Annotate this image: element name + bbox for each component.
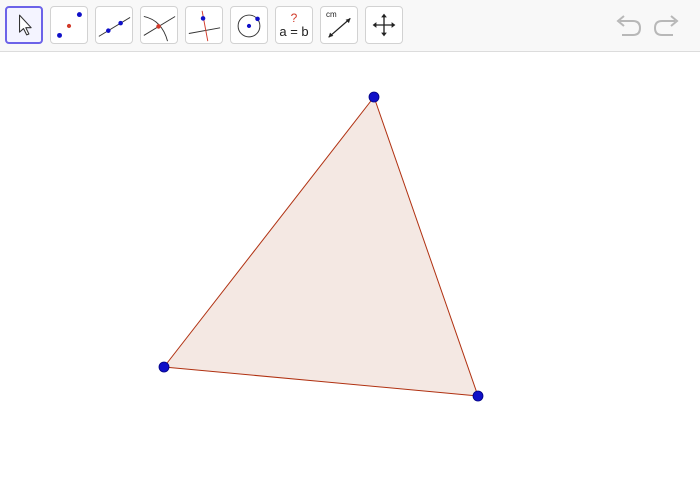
circle-with-center-icon (237, 14, 261, 38)
vertex-point-right[interactable] (472, 390, 484, 402)
redo-icon (653, 15, 679, 36)
point-icon (57, 12, 82, 38)
move-view-icon (372, 13, 396, 37)
relation-equation-label: a = b (279, 24, 309, 39)
distance-arrow-icon (328, 17, 351, 38)
tool-relation[interactable]: ? a = b (275, 6, 313, 44)
vertex-point-top[interactable] (368, 91, 380, 103)
move-arrow-icon (18, 14, 32, 36)
undo-button[interactable] (614, 14, 644, 40)
tool-perpendicular[interactable] (185, 6, 223, 44)
redo-button[interactable] (651, 14, 681, 40)
graphics-view[interactable] (0, 53, 700, 500)
tool-circle[interactable] (230, 6, 268, 44)
intersect-icon (143, 16, 176, 42)
tool-move-graphics-view[interactable] (365, 6, 403, 44)
line-icon (98, 17, 131, 37)
geogebra-app: ? a = b cm (0, 0, 700, 500)
undo-icon (616, 15, 642, 36)
tool-move[interactable] (5, 6, 43, 44)
triangle-polygon[interactable] (164, 97, 478, 396)
question-mark-icon: ? (290, 11, 298, 25)
tool-point[interactable] (50, 6, 88, 44)
toolbar: ? a = b cm (0, 0, 700, 52)
tool-line[interactable] (95, 6, 133, 44)
tool-distance[interactable]: cm (320, 6, 358, 44)
perpendicular-line-icon (188, 10, 221, 42)
tool-intersect[interactable] (140, 6, 178, 44)
vertex-point-left[interactable] (158, 361, 170, 373)
